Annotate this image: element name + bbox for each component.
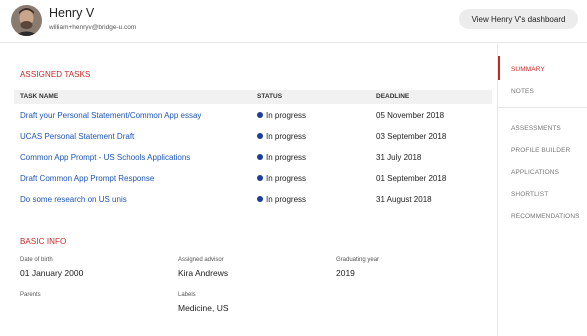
task-link[interactable]: Common App Prompt - US Schools Applicati… <box>20 153 190 163</box>
user-email: william+henryv@bridge-u.com <box>49 24 137 31</box>
parents-label: Parents <box>20 292 41 298</box>
dob-label: Date of birth <box>20 257 53 263</box>
status-dot-icon <box>257 133 263 139</box>
avatar <box>11 5 42 36</box>
labels-label: Labels <box>178 292 196 298</box>
deadline-cell: 03 September 2018 <box>376 132 447 141</box>
sidebar-item-recommendations[interactable]: RECOMMENDATIONS <box>511 213 580 220</box>
status-text: In progress <box>266 174 307 183</box>
column-header-deadline: DEADLINE <box>376 93 410 100</box>
assigned-tasks-title: ASSIGNED TASKS <box>20 70 91 79</box>
active-indicator <box>498 56 500 80</box>
status-cell: In progress <box>257 111 306 121</box>
sidebar-item-assessments[interactable]: ASSESSMENTS <box>511 125 561 132</box>
graduating-year-label: Graduating year <box>336 257 380 263</box>
table-row: Common App Prompt - US Schools Applicati… <box>14 153 492 174</box>
sidebar-item-applications[interactable]: APPLICATIONS <box>511 169 559 176</box>
task-link[interactable]: Draft Common App Prompt Response <box>20 174 154 184</box>
status-text: In progress <box>266 153 307 162</box>
status-cell: In progress <box>257 153 306 163</box>
status-text: In progress <box>266 111 307 120</box>
column-header-task-name: TASK NAME <box>20 93 59 100</box>
status-cell: In progress <box>257 132 306 142</box>
status-dot-icon <box>257 175 263 181</box>
basic-info-title: BASIC INFO <box>20 237 67 246</box>
task-link[interactable]: UCAS Personal Statement Draft <box>20 132 134 142</box>
sidebar-divider <box>498 107 587 108</box>
sidebar-item-summary[interactable]: SUMMARY <box>511 66 545 73</box>
deadline-cell: 31 July 2018 <box>376 153 422 162</box>
status-text: In progress <box>266 195 307 204</box>
dob-value: 01 January 2000 <box>20 268 84 278</box>
avatar-image <box>11 5 42 36</box>
status-dot-icon <box>257 196 263 202</box>
table-row: Do some research on US unis In progress … <box>14 195 492 216</box>
profile-header: Henry V william+henryv@bridge-u.com View… <box>0 0 587 43</box>
status-dot-icon <box>257 154 263 160</box>
table-row: Draft your Personal Statement/Common App… <box>14 111 492 132</box>
status-text: In progress <box>266 132 307 141</box>
graduating-year-value: 2019 <box>336 268 355 278</box>
deadline-cell: 01 September 2018 <box>376 174 447 183</box>
tasks-table-header: TASK NAME STATUS DEADLINE <box>14 90 492 104</box>
labels-value: Medicine, US <box>178 303 229 313</box>
status-dot-icon <box>257 112 263 118</box>
task-link[interactable]: Draft your Personal Statement/Common App… <box>20 111 201 121</box>
status-cell: In progress <box>257 174 306 184</box>
sidebar-item-profile-builder[interactable]: PROFILE BUILDER <box>511 147 570 154</box>
advisor-label: Assigned advisor <box>178 257 224 263</box>
status-cell: In progress <box>257 195 306 205</box>
sidebar-item-shortlist[interactable]: SHORTLIST <box>511 191 548 198</box>
profile-sidebar: SUMMARY NOTES ASSESSMENTS PROFILE BUILDE… <box>497 44 587 336</box>
table-row: Draft Common App Prompt Response In prog… <box>14 174 492 195</box>
sidebar-item-notes[interactable]: NOTES <box>511 88 534 95</box>
user-name: Henry V <box>49 6 95 20</box>
deadline-cell: 05 November 2018 <box>376 111 445 120</box>
deadline-cell: 31 August 2018 <box>376 195 432 204</box>
task-link[interactable]: Do some research on US unis <box>20 195 127 205</box>
column-header-status: STATUS <box>257 93 283 100</box>
table-row: UCAS Personal Statement Draft In progres… <box>14 132 492 153</box>
advisor-value: Kira Andrews <box>178 268 229 278</box>
view-dashboard-button[interactable]: View Henry V's dashboard <box>459 9 578 29</box>
